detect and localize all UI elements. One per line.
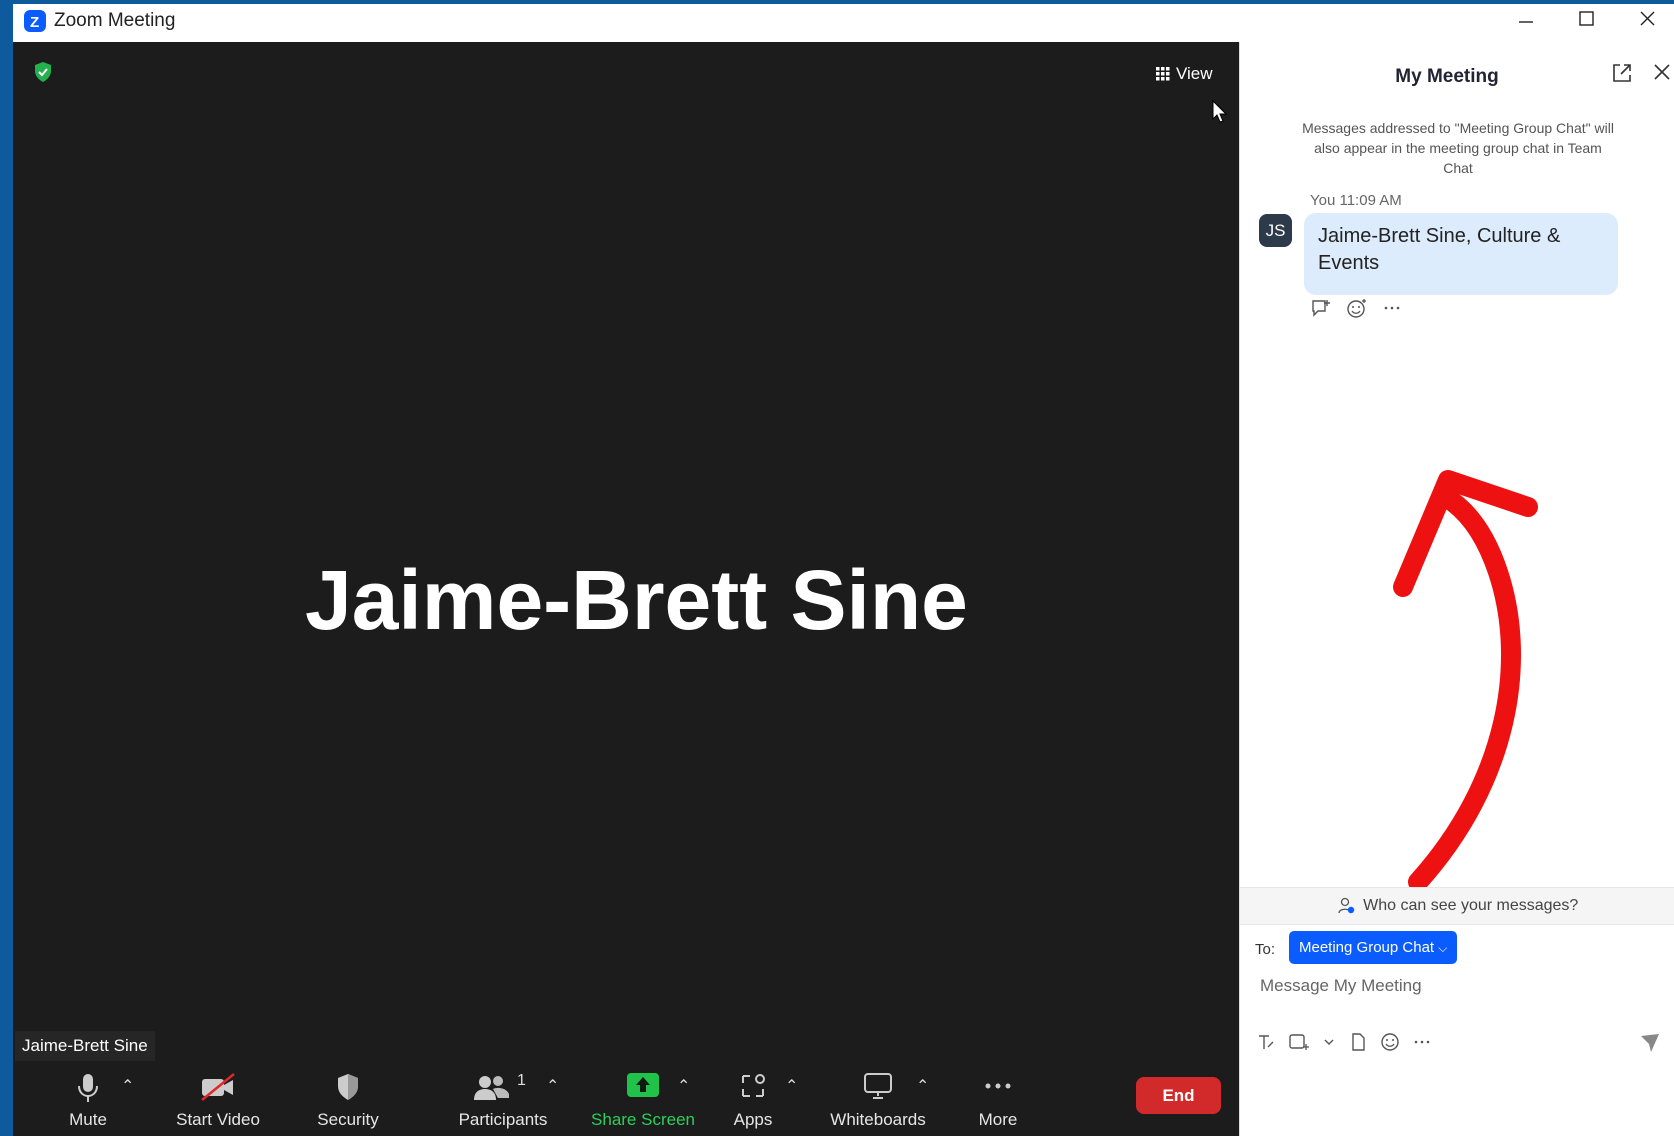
- participants-label: Participants: [458, 1110, 548, 1129]
- view-label: View: [1176, 64, 1213, 83]
- mute-label: Mute: [69, 1110, 107, 1129]
- close-icon[interactable]: [1640, 4, 1674, 42]
- maximize-icon[interactable]: [1578, 4, 1634, 42]
- apps-options-caret[interactable]: ⌃: [785, 1076, 798, 1096]
- group-chat-notice: Messages addressed to "Meeting Group Cha…: [1302, 120, 1614, 176]
- whiteboard-icon: [863, 1072, 893, 1100]
- apps-label: Apps: [733, 1110, 773, 1129]
- share-screen-options-caret[interactable]: ⌃: [677, 1076, 690, 1096]
- send-icon[interactable]: [1639, 1032, 1661, 1054]
- meeting-toolbar: Mute ⌃ Start Video Security 1 Participan…: [13, 1066, 1239, 1136]
- start-video-label: Start Video: [176, 1110, 260, 1129]
- close-chat-icon[interactable]: [1652, 62, 1672, 82]
- participant-count: 1: [517, 1072, 526, 1089]
- participants-options-caret[interactable]: ⌃: [546, 1076, 559, 1096]
- apps-icon: [739, 1072, 767, 1100]
- message-input[interactable]: [1260, 966, 1650, 1006]
- share-screen-icon: [626, 1072, 660, 1098]
- message-actions: [1310, 298, 1402, 318]
- participant-name-tag: Jaime-Brett Sine: [15, 1031, 155, 1061]
- pop-out-icon[interactable]: [1611, 62, 1633, 84]
- chevron-down-icon: ⌵: [1438, 941, 1448, 955]
- start-video-button[interactable]: Start Video: [158, 1066, 278, 1136]
- input-more-icon[interactable]: [1412, 1032, 1432, 1052]
- security-button[interactable]: Security: [303, 1066, 393, 1136]
- whiteboards-options-caret[interactable]: ⌃: [916, 1076, 929, 1096]
- format-text-icon[interactable]: [1256, 1032, 1276, 1052]
- file-icon[interactable]: [1348, 1032, 1368, 1052]
- emoji-icon[interactable]: [1380, 1032, 1400, 1052]
- screenshot-icon[interactable]: [1288, 1032, 1310, 1052]
- microphone-icon: [76, 1072, 100, 1104]
- whiteboards-label: Whiteboards: [830, 1110, 926, 1129]
- recipient-value: Meeting Group Chat: [1299, 939, 1435, 956]
- minimize-icon[interactable]: [1503, 4, 1559, 42]
- more-icon: [983, 1072, 1013, 1100]
- message-time: 11:09 AM: [1339, 192, 1402, 209]
- chat-title: My Meeting: [1395, 66, 1499, 87]
- message-sender: You: [1310, 192, 1336, 209]
- recipient-dropdown[interactable]: Meeting Group Chat ⌵: [1289, 931, 1458, 964]
- mute-button[interactable]: Mute: [43, 1066, 133, 1136]
- zoom-logo-icon: Z: [24, 10, 46, 32]
- screenshot-options-chevron-icon[interactable]: [1322, 1032, 1336, 1052]
- who-can-see-messages-link[interactable]: Who can see your messages?: [1240, 887, 1674, 925]
- participants-icon: 1: [473, 1072, 533, 1102]
- desktop-background: [0, 0, 13, 1136]
- shield-check-icon[interactable]: [31, 60, 55, 84]
- shield-icon: [335, 1072, 361, 1102]
- more-label: More: [978, 1110, 1018, 1129]
- meeting-video-area: View Jaime-Brett Sine Jaime-Brett Sine M…: [13, 42, 1239, 1136]
- security-label: Security: [317, 1110, 379, 1129]
- end-meeting-button[interactable]: End: [1136, 1077, 1221, 1114]
- recipient-label: To:: [1255, 941, 1276, 958]
- title-bar: Z Zoom Meeting: [13, 4, 1674, 42]
- person-info-icon: [1337, 897, 1355, 915]
- who-can-see-label: Who can see your messages?: [1363, 897, 1579, 914]
- mouse-cursor-icon: [1212, 100, 1228, 124]
- share-screen-label: Share Screen: [591, 1110, 695, 1129]
- mute-options-caret[interactable]: ⌃: [121, 1076, 134, 1096]
- annotation-arrow: [1388, 462, 1548, 902]
- chat-panel: My Meeting Messages addressed to "Meetin…: [1239, 42, 1674, 1136]
- grid-icon: [1156, 67, 1170, 81]
- reply-icon[interactable]: [1310, 298, 1332, 318]
- message-input-toolbar: [1256, 1032, 1432, 1052]
- participants-button[interactable]: 1 Participants: [443, 1066, 563, 1136]
- chat-message-bubble[interactable]: Jaime-Brett Sine, Culture & Events: [1304, 213, 1618, 295]
- svg-text:Z: Z: [30, 14, 39, 31]
- more-button[interactable]: More: [953, 1066, 1043, 1136]
- view-button[interactable]: View: [1156, 60, 1213, 88]
- add-reaction-icon[interactable]: [1346, 298, 1368, 318]
- message-header: You 11:09 AM: [1310, 192, 1402, 209]
- window-title: Zoom Meeting: [54, 10, 176, 31]
- message-more-icon[interactable]: [1382, 298, 1402, 318]
- zoom-window: Z Zoom Meeting View Jaime-Brett Sine Jai…: [13, 4, 1674, 1136]
- avatar: JS: [1259, 214, 1292, 247]
- video-off-icon: [200, 1072, 236, 1102]
